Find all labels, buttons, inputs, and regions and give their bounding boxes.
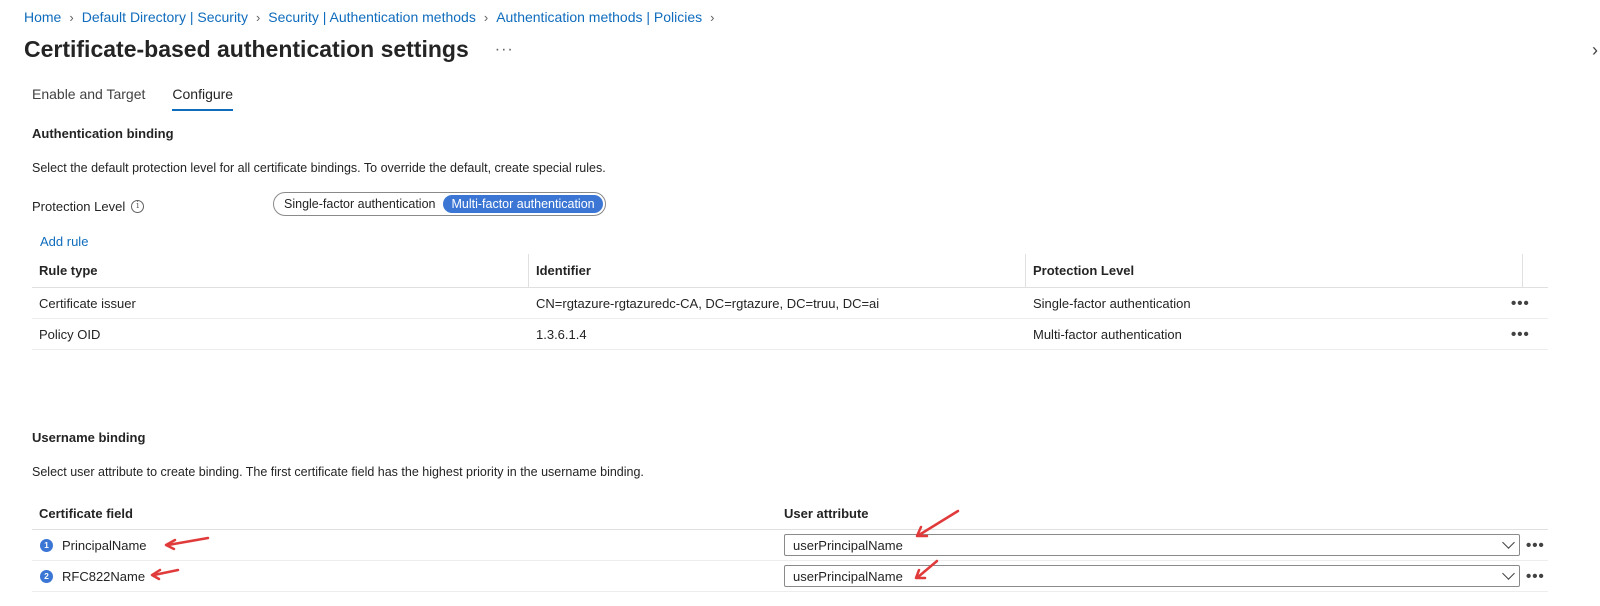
tab-bar: Enable and Target Configure bbox=[32, 86, 260, 111]
rules-table: Rule type Identifier Protection Level Ce… bbox=[32, 254, 1548, 350]
breadcrumb: Home › Default Directory | Security › Se… bbox=[24, 9, 723, 25]
table-row: 1 PrincipalName userPrincipalName ••• bbox=[32, 530, 1548, 561]
chevron-down-icon bbox=[1502, 567, 1515, 580]
priority-badge: 2 bbox=[40, 569, 53, 583]
add-rule-link[interactable]: Add rule bbox=[40, 234, 88, 249]
chevron-right-icon: › bbox=[69, 9, 74, 25]
tab-enable-and-target[interactable]: Enable and Target bbox=[32, 86, 145, 111]
auth-binding-heading: Authentication binding bbox=[32, 126, 174, 141]
auth-binding-description: Select the default protection level for … bbox=[32, 161, 606, 175]
more-icon[interactable]: ••• bbox=[1526, 568, 1545, 585]
protection-level-text: Protection Level bbox=[32, 199, 126, 214]
column-header-certificate-field: Certificate field bbox=[39, 505, 133, 521]
breadcrumb-home[interactable]: Home bbox=[24, 9, 61, 25]
rules-table-header: Rule type Identifier Protection Level bbox=[32, 254, 1548, 288]
column-header-actions bbox=[1523, 254, 1548, 287]
column-header-user-attribute: User attribute bbox=[784, 505, 869, 521]
protection-level-cell: Single-factor authentication bbox=[1033, 295, 1191, 311]
certificate-field-name: PrincipalName bbox=[62, 537, 147, 553]
table-row: Policy OID 1.3.6.1.4 Multi-factor authen… bbox=[32, 319, 1548, 350]
certificate-field-cell: 2 RFC822Name bbox=[32, 569, 777, 584]
more-icon[interactable]: ••• bbox=[1526, 537, 1545, 554]
username-binding-table: Certificate field User attribute 1 Princ… bbox=[32, 497, 1548, 592]
identifier-cell: 1.3.6.1.4 bbox=[536, 326, 587, 342]
user-attribute-dropdown[interactable]: userPrincipalName bbox=[784, 565, 1520, 587]
title-row: Certificate-based authentication setting… bbox=[24, 36, 514, 63]
chevron-right-icon: › bbox=[710, 9, 715, 25]
user-attribute-value: userPrincipalName bbox=[793, 568, 903, 584]
column-header-rule-type[interactable]: Rule type bbox=[32, 254, 529, 287]
breadcrumb-security-auth-methods[interactable]: Security | Authentication methods bbox=[268, 9, 476, 25]
breadcrumb-default-directory[interactable]: Default Directory | Security bbox=[82, 9, 248, 25]
more-icon[interactable]: ••• bbox=[1511, 295, 1530, 312]
username-binding-description: Select user attribute to create binding.… bbox=[32, 465, 644, 479]
breadcrumb-policies[interactable]: Authentication methods | Policies bbox=[496, 9, 702, 25]
chevron-right-icon: › bbox=[255, 9, 261, 25]
tab-configure[interactable]: Configure bbox=[172, 86, 234, 111]
user-attribute-dropdown[interactable]: userPrincipalName bbox=[784, 534, 1520, 556]
table-row: Certificate issuer CN=rgtazure-rgtazured… bbox=[32, 288, 1548, 319]
more-options-icon[interactable]: ··· bbox=[495, 41, 514, 59]
single-factor-option[interactable]: Single-factor authentication bbox=[276, 195, 443, 213]
page-title: Certificate-based authentication setting… bbox=[24, 36, 469, 62]
info-icon[interactable]: i bbox=[131, 200, 145, 213]
chevron-down-icon bbox=[1502, 536, 1515, 549]
collapse-icon[interactable]: › bbox=[1592, 40, 1598, 61]
protection-level-toggle: Single-factor authentication Multi-facto… bbox=[273, 192, 606, 216]
identifier-cell: CN=rgtazure-rgtazuredc-CA, DC=rgtazure, … bbox=[536, 295, 880, 311]
username-binding-heading: Username binding bbox=[32, 430, 146, 445]
rule-type-cell: Certificate issuer bbox=[39, 295, 136, 311]
column-header-protection-level[interactable]: Protection Level bbox=[1026, 254, 1523, 287]
certificate-field-name: RFC822Name bbox=[62, 568, 146, 584]
protection-level-label: Protection Level i bbox=[32, 199, 145, 214]
certificate-field-cell: 1 PrincipalName bbox=[32, 538, 777, 553]
more-icon[interactable]: ••• bbox=[1511, 326, 1530, 343]
multi-factor-option[interactable]: Multi-factor authentication bbox=[443, 195, 603, 213]
rule-type-cell: Policy OID bbox=[39, 326, 101, 342]
chevron-right-icon: › bbox=[483, 9, 489, 25]
table-row: 2 RFC822Name userPrincipalName ••• bbox=[32, 561, 1548, 592]
user-attribute-value: userPrincipalName bbox=[793, 537, 903, 553]
column-header-identifier[interactable]: Identifier bbox=[529, 254, 1026, 287]
username-table-header: Certificate field User attribute bbox=[32, 497, 1548, 530]
protection-level-cell: Multi-factor authentication bbox=[1033, 326, 1182, 342]
priority-badge: 1 bbox=[40, 538, 53, 552]
